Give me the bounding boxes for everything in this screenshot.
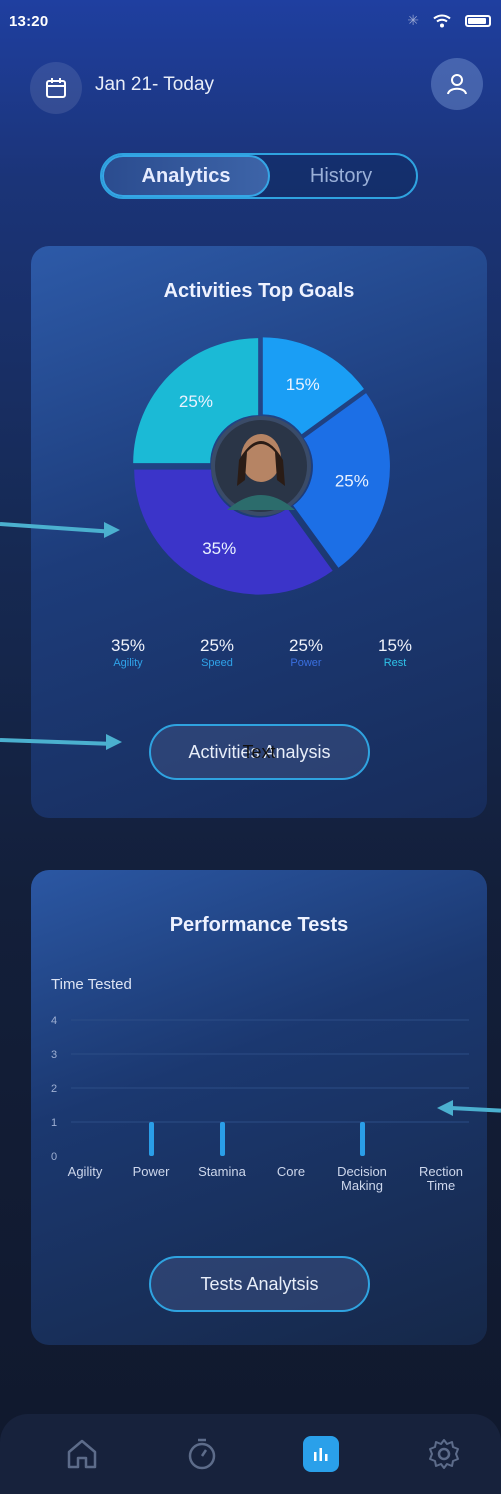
x-tick-label: Power <box>133 1164 171 1179</box>
status-time: 13:20 <box>9 13 49 30</box>
activities-analysis-label: Activities Analysis <box>188 741 331 762</box>
bluetooth-icon: ✳ <box>407 12 419 28</box>
legend-value: 25% <box>199 636 235 655</box>
pie-slice-label: 15% <box>286 375 320 394</box>
x-tick-label: Stamina <box>198 1164 246 1179</box>
bar <box>360 1122 365 1156</box>
bottom-tab-bar <box>0 1414 501 1494</box>
bar <box>149 1122 154 1156</box>
x-tick-label: Core <box>277 1164 305 1179</box>
legend-value: 35% <box>110 636 146 655</box>
y-tick-label: 4 <box>51 1015 57 1027</box>
legend-label: Speed <box>201 657 233 669</box>
activities-analysis-button[interactable]: Activities Analysis <box>149 724 370 780</box>
pie-slice-label: 25% <box>335 471 369 490</box>
y-tick-label: 1 <box>51 1117 57 1129</box>
legend-item: 35% Agility <box>93 636 163 669</box>
tab-settings[interactable] <box>424 1434 464 1474</box>
user-icon <box>447 74 467 95</box>
status-bar: 13:20 ✳ <box>0 0 501 40</box>
profile-button[interactable] <box>431 58 483 110</box>
legend-value: 25% <box>288 636 324 655</box>
wifi-icon <box>433 14 451 27</box>
tab-home[interactable] <box>62 1434 102 1474</box>
pie-slice-label: 35% <box>202 539 236 558</box>
tab-timer[interactable] <box>182 1434 222 1474</box>
legend-item: 25% Speed <box>182 636 252 669</box>
header: Jan 21- Today <box>30 58 483 114</box>
bar <box>220 1122 225 1156</box>
y-tick-label: 0 <box>51 1151 57 1163</box>
calendar-icon <box>46 78 66 98</box>
legend-label: Power <box>290 657 322 669</box>
date-range-label[interactable]: Jan 21- Today <box>95 74 214 96</box>
tab-history[interactable]: History <box>266 155 416 197</box>
performance-card: Performance Tests Time Tested 0 1 2 3 4 Agili… <box>31 870 487 1345</box>
pie-legend: 35% Agility 25% Speed 25% Power 15% Rest <box>31 636 487 676</box>
status-icons: ✳ <box>407 12 491 29</box>
stopwatch-icon <box>188 1438 216 1470</box>
x-tick-label: Time <box>427 1178 455 1193</box>
battery-icon <box>465 14 491 27</box>
legend-label: Rest <box>383 657 407 669</box>
x-tick-label: Making <box>341 1178 383 1193</box>
x-tick-label: Agility <box>68 1164 103 1179</box>
legend-item: 25% Power <box>271 636 341 669</box>
y-tick-label: 3 <box>51 1049 57 1061</box>
x-tick-label: Decision <box>337 1164 387 1179</box>
pie-chart: 15% 25% 35% 25% <box>131 336 391 596</box>
legend-value: 15% <box>377 636 413 655</box>
home-icon <box>67 1439 97 1469</box>
tab-analytics-nav[interactable] <box>303 1436 339 1472</box>
calendar-button[interactable] <box>30 62 82 114</box>
x-tick-label: Rection <box>419 1164 463 1179</box>
tests-analysis-label: Tests Analytsis <box>200 1273 319 1294</box>
bar-chart: 0 1 2 3 4 Agility Power Stamina Core Decision Maki… <box>47 970 477 1210</box>
pie-slice-label: 25% <box>179 392 213 411</box>
legend-label: Agility <box>113 657 143 669</box>
analytics-icon <box>314 1448 328 1461</box>
performance-card-title: Performance Tests <box>169 914 349 936</box>
gear-icon <box>429 1439 459 1469</box>
tests-analysis-button[interactable]: Tests Analytsis <box>149 1256 370 1312</box>
tab-analytics[interactable]: Analytics <box>102 155 270 197</box>
segmented-control: Analytics History <box>100 153 418 199</box>
y-tick-label: 2 <box>51 1083 57 1095</box>
activities-card-title: Activities Top Goals <box>163 280 355 302</box>
legend-item: 15% Rest <box>360 636 430 669</box>
